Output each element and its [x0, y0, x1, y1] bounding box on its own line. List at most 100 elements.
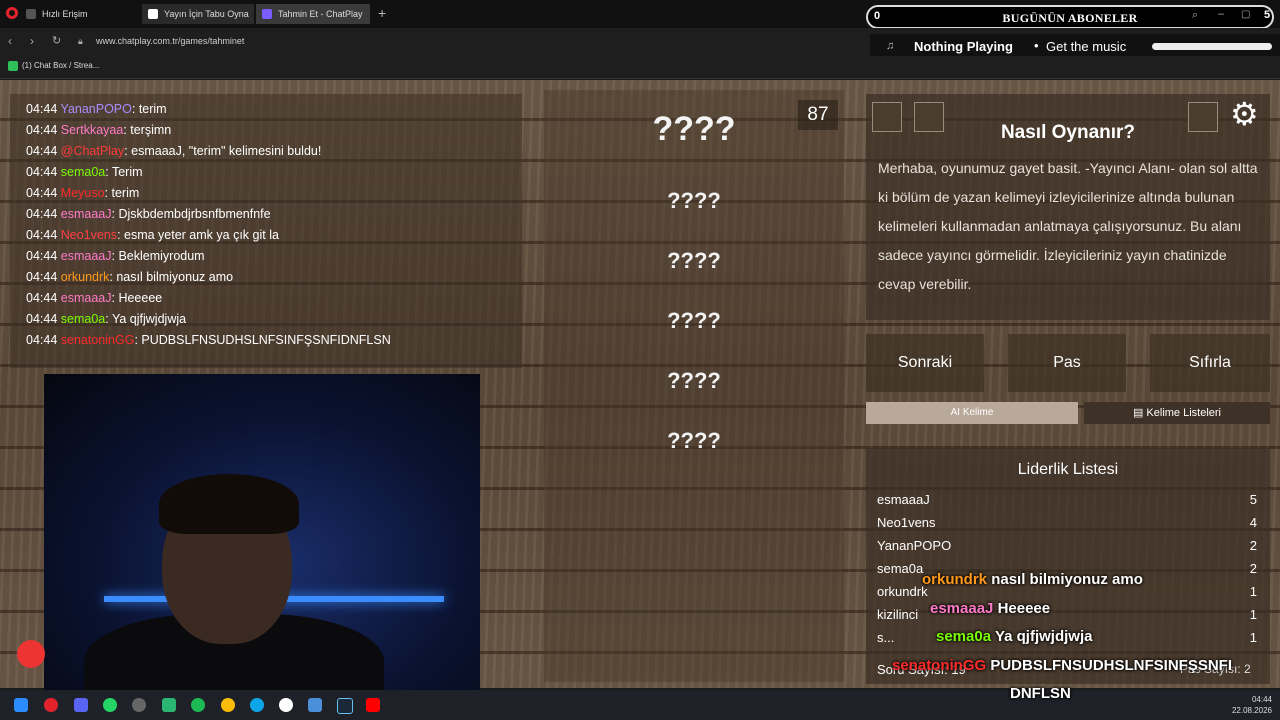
record-icon[interactable] [17, 640, 45, 668]
music-separator: • [1034, 38, 1039, 53]
leaderboard-title: Liderlik Listesi [1017, 461, 1119, 478]
reload-icon[interactable]: ↻ [52, 34, 61, 47]
popup-username: orkundrk [922, 571, 992, 588]
grid-icon [26, 9, 36, 19]
chat-time: 04:44 [26, 270, 61, 284]
chat-text: : Beklemiyrodum [111, 249, 205, 263]
bookmark-icon [8, 61, 18, 71]
spotify-icon[interactable] [191, 698, 205, 712]
chat-popup: sema0a Ya qjfjwjdjwja [936, 628, 1092, 645]
chat-time: 04:44 [26, 333, 61, 347]
discord-icon[interactable] [74, 698, 88, 712]
new-tab-button[interactable]: + [378, 5, 386, 21]
chat-time: 04:44 [26, 228, 61, 242]
chat-text: : Ya qjfjwjdjwja [105, 312, 187, 326]
forbidden-word: ???? [667, 428, 721, 453]
leaderboard-name: sema0a [877, 561, 924, 576]
leaderboard-row: Neo1vens 4 [877, 515, 1257, 530]
chatplay-icon [262, 9, 272, 19]
tab-tahmin-et[interactable]: Tahmin Et - ChatPlay [256, 4, 370, 24]
chat-text: : terim [131, 102, 167, 116]
page-icon [148, 9, 158, 19]
chat-message: 04:44 Meyuso: terim [26, 186, 139, 200]
forbidden-word: ???? [667, 188, 721, 213]
tab-tabu[interactable]: Yayın İçin Tabu Oyna [142, 4, 254, 24]
leaderboard-name: esmaaaJ [877, 492, 930, 507]
chat-text: : terşimn [123, 123, 172, 137]
tab-label: Yayın İçin Tabu Oyna [164, 9, 249, 19]
lock-icon: 🔒︎ [78, 36, 83, 46]
forward-icon[interactable]: › [30, 34, 34, 48]
leaderboard-row: YananPOPO 2 [877, 538, 1257, 553]
app-icon[interactable] [162, 698, 176, 712]
streamer-hair [159, 474, 299, 534]
chat-message: 04:44 esmaaaJ: Heeeee [26, 291, 162, 305]
clock-time: 04:44 [1251, 695, 1272, 704]
chat-time: 04:44 [26, 186, 61, 200]
chat-time: 04:44 [26, 102, 61, 116]
word-lists-label: Kelime Listeleri [1146, 407, 1222, 419]
chat-username: sema0a [60, 165, 106, 179]
subscriber-bar: 0 BUGÜNÜN ABONELER ⌕ – ▢ [866, 5, 1274, 29]
chat-popup: orkundrk nasıl bilmiyonuz amo [922, 571, 1143, 588]
chat-username: esmaaaJ [60, 291, 112, 305]
bookmark-chatbox[interactable]: (1) Chat Box / Strea... [22, 61, 99, 70]
tab-label: Hızlı Erişim [42, 9, 88, 19]
tab-quick-access[interactable]: Hızlı Erişim [20, 4, 130, 24]
popup-text: PUDBSLFNSUDHSLNFSINFŞSNFI [990, 657, 1233, 674]
get-music-link[interactable]: Get the music [1046, 39, 1126, 54]
pass-button[interactable]: Pas [1008, 334, 1126, 392]
chat-message: 04:44 Sertkkayaa: terşimn [26, 123, 171, 137]
chat-message: 04:44 esmaaaJ: Djskbdembdjrbsnfbmenfnfe [26, 207, 271, 221]
chat-username: YananPOPO [60, 102, 132, 116]
chat-text: : terim [104, 186, 140, 200]
chat-popup: esmaaaJ Heeeee [930, 600, 1050, 617]
how-to-play-title: Nasıl Oynanır? [1000, 122, 1136, 143]
chat-text: : nasıl bilmiyonuz amo [109, 270, 234, 284]
now-playing: Nothing Playing [914, 39, 1013, 54]
music-progress-bar [1152, 43, 1272, 50]
chat-username: esmaaaJ [60, 249, 112, 263]
settings-icon[interactable] [132, 698, 146, 712]
chat-message: 04:44 sema0a: Terim [26, 165, 143, 179]
ai-word-button[interactable]: AI Kelime [866, 402, 1078, 424]
explorer-icon[interactable] [308, 698, 322, 712]
popup-text: Ya qjfjwjdjwja [994, 628, 1093, 645]
search-icon[interactable]: ⌕ [1192, 9, 1198, 22]
leaderboard-score: 4 [1249, 515, 1257, 530]
chat-time: 04:44 [26, 291, 61, 305]
chat-message: 04:44 @ChatPlay: esmaaaJ, "terim" kelime… [26, 144, 321, 158]
reset-button[interactable]: Sıfırla [1150, 334, 1270, 392]
forbidden-word: ???? [667, 248, 721, 273]
leaderboard-name: s... [877, 630, 895, 645]
book-icon: ▤ [1132, 407, 1147, 419]
taskbar: 04:44 22.08.2026 [0, 690, 1280, 720]
popup-username: esmaaaJ [930, 600, 998, 617]
chat-username: Neo1vens [60, 228, 118, 242]
url-field[interactable]: www.chatplay.com.tr/games/tahminet [96, 36, 244, 46]
chrome-icon[interactable] [221, 698, 235, 712]
tab-label: Tahmin Et - ChatPlay [278, 9, 363, 19]
opera-logo-icon[interactable] [6, 7, 18, 19]
chat-username: senatoninGG [60, 333, 135, 347]
next-button[interactable]: Sonraki [866, 334, 984, 392]
chat-time: 04:44 [26, 207, 61, 221]
chat-username: Meyuso [60, 186, 105, 200]
word-lists-button[interactable]: ▤ Kelime Listeleri [1084, 402, 1270, 424]
whatsapp-icon[interactable] [103, 698, 117, 712]
edge-icon[interactable] [250, 698, 264, 712]
windows-start-icon[interactable] [14, 698, 28, 712]
popup-text: Heeeee [997, 600, 1051, 617]
opera-taskbar-icon[interactable] [44, 698, 58, 712]
back-icon[interactable]: ‹ [8, 34, 12, 48]
steam-icon[interactable] [337, 698, 353, 714]
maximize-icon[interactable]: ▢ [1241, 9, 1250, 20]
chat-username: orkundrk [60, 270, 110, 284]
youtube-icon[interactable] [366, 698, 380, 712]
bookmarks-bar: (1) Chat Box / Strea... [0, 56, 1280, 79]
chat-message: 04:44 sema0a: Ya qjfjwjdjwja [26, 312, 186, 326]
forbidden-word: ???? [667, 368, 721, 393]
leaderboard-name: YananPOPO [877, 538, 952, 553]
minimize-icon[interactable]: – [1218, 8, 1224, 20]
yandex-icon[interactable] [279, 698, 293, 712]
